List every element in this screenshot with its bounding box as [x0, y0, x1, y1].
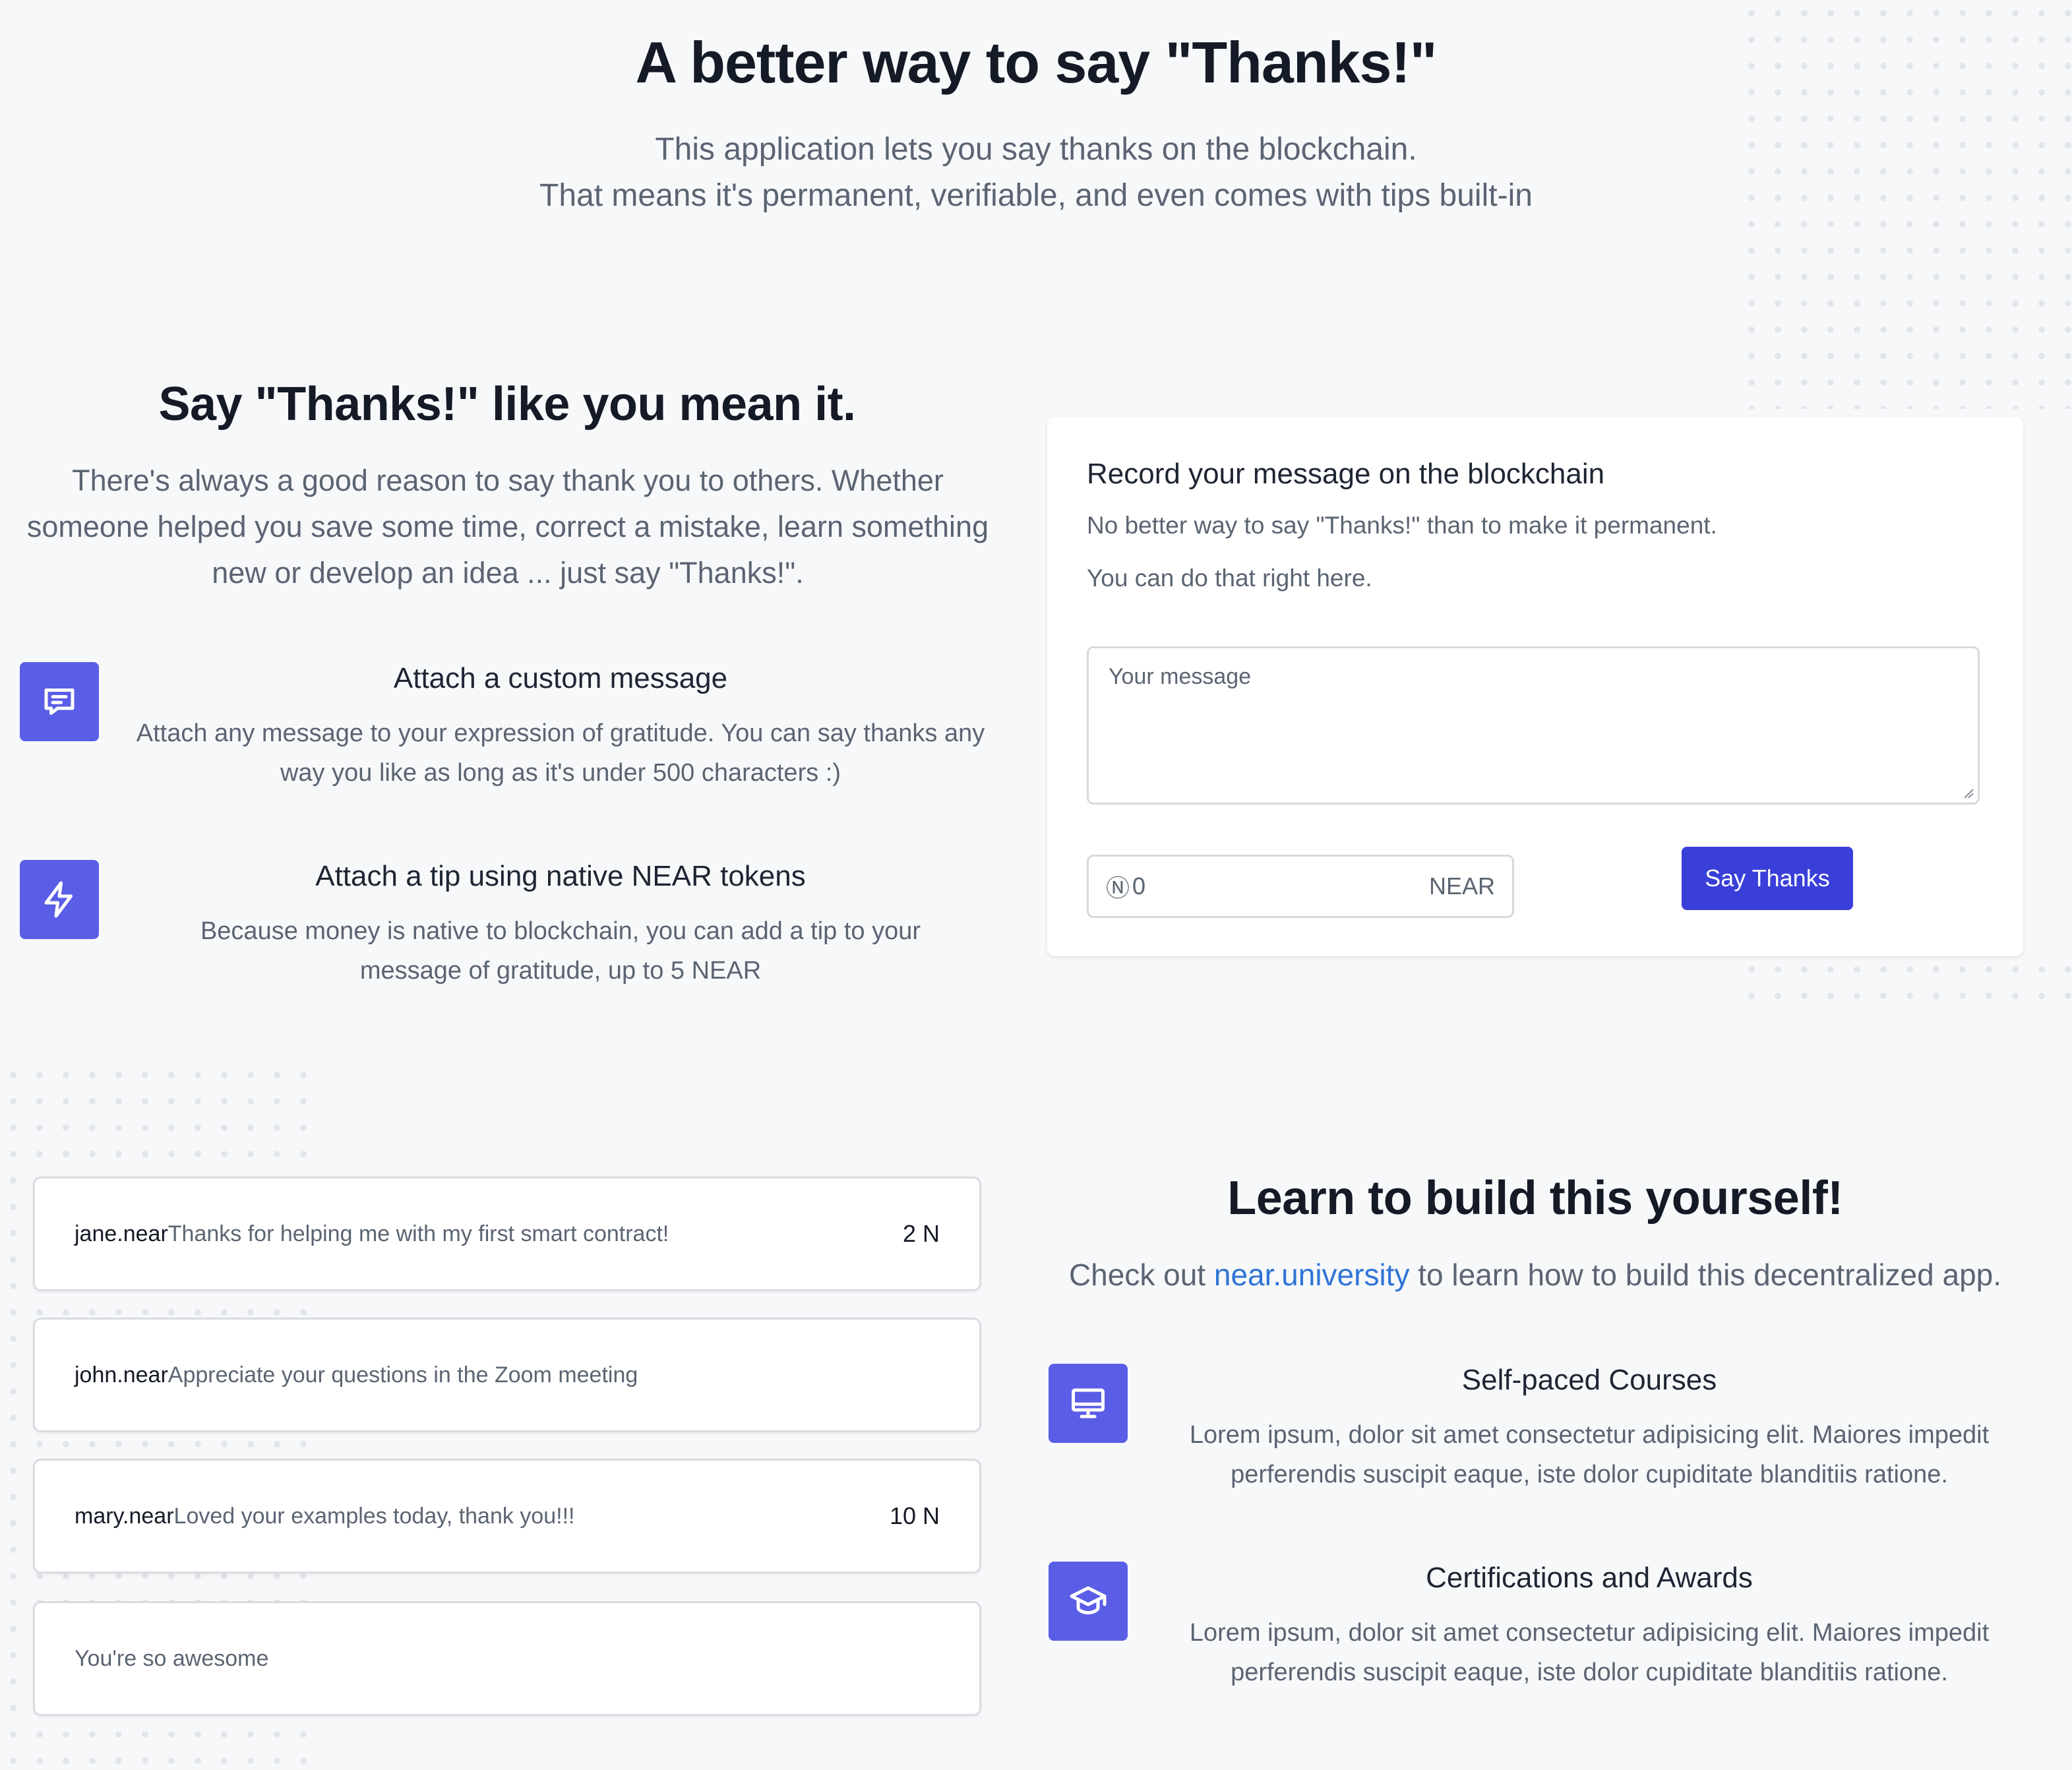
message-text: You're so awesome — [75, 1645, 269, 1671]
form-description-1: No better way to say "Thanks!" than to m… — [1087, 512, 1717, 539]
page-title: A better way to say "Thanks!" — [635, 30, 1437, 95]
message-item: mary.near Loved your examples today, tha… — [33, 1459, 981, 1573]
message-placeholder: Your message — [1109, 664, 1252, 689]
tip-amount-input[interactable]: Ⓝ 0 NEAR — [1087, 855, 1514, 918]
feature-certifications-text: Lorem ipsum, dolor sit amet consectetur … — [1189, 1619, 1990, 1686]
tip-amount-value: 0 — [1132, 872, 1146, 900]
message-item: jane.near Thanks for helping me with my … — [33, 1176, 981, 1291]
feature-tip-icon-box — [20, 860, 99, 939]
form-description-2: You can do that right here. — [1087, 565, 1372, 592]
page-subtitle: This application lets you say thanks on … — [0, 127, 2072, 219]
form-title: Record your message on the blockchain — [1087, 458, 1605, 490]
message-sender: jane.near — [75, 1221, 168, 1246]
near-symbol-icon: Ⓝ — [1106, 874, 1130, 901]
resize-handle-icon[interactable] — [1962, 787, 1974, 799]
feature-tip-title: Attach a tip using native NEAR tokens — [315, 860, 806, 892]
message-text: Appreciate your questions in the Zoom me… — [168, 1362, 638, 1388]
near-university-link[interactable]: near.university — [1214, 1258, 1410, 1292]
monitor-icon — [1072, 1388, 1105, 1419]
feature-certifications-icon-box — [1049, 1562, 1128, 1641]
learn-text-before: Check out — [1068, 1258, 1214, 1292]
learn-description: Check out near.university to learn how t… — [1047, 1252, 2023, 1298]
say-thanks-button[interactable]: Say Thanks — [1682, 847, 1853, 910]
graduation-cap-icon — [1070, 1586, 1107, 1614]
message-tip-amount: 2 N — [902, 1220, 940, 1247]
page-subtitle-line-1: This application lets you say thanks on … — [655, 132, 1417, 167]
message-text: Thanks for helping me with my first smar… — [168, 1221, 669, 1246]
feature-message-icon-box — [20, 662, 99, 741]
intro-title: Say "Thanks!" like you mean it. — [158, 378, 856, 431]
intro-description: There's always a good reason to say than… — [26, 464, 989, 590]
message-text: Loved your examples today, thank you!!! — [173, 1503, 575, 1529]
page-subtitle-line-2: That means it's permanent, verifiable, a… — [539, 178, 1533, 213]
message-tip-amount: 10 N — [889, 1502, 940, 1529]
feature-certifications-title: Certifications and Awards — [1426, 1562, 1753, 1594]
message-form-card: Record your message on the blockchain No… — [1047, 417, 2023, 956]
feature-message-text: Attach any message to your expression of… — [136, 719, 985, 787]
learn-text-after: to learn how to build this decentralized… — [1409, 1258, 2002, 1292]
lightning-icon — [44, 881, 73, 918]
feature-tip-text: Because money is native to blockchain, y… — [200, 917, 921, 985]
message-item: You're so awesome — [33, 1601, 981, 1716]
dot-pattern-mid-right — [1738, 956, 2072, 1009]
message-textarea[interactable]: Your message — [1087, 646, 1980, 805]
feature-courses-title: Self-paced Courses — [1461, 1364, 1717, 1396]
learn-title: Learn to build this yourself! — [1227, 1172, 1843, 1225]
tip-unit-label: NEAR — [1428, 872, 1495, 900]
message-sender: mary.near — [75, 1503, 174, 1529]
chat-icon — [44, 688, 75, 715]
feature-courses-text: Lorem ipsum, dolor sit amet consectetur … — [1189, 1421, 1990, 1488]
message-sender: john.near — [75, 1362, 168, 1388]
feature-message-title: Attach a custom message — [393, 662, 728, 694]
feature-courses-icon-box — [1049, 1364, 1128, 1443]
message-item: john.near Appreciate your questions in t… — [33, 1318, 981, 1432]
